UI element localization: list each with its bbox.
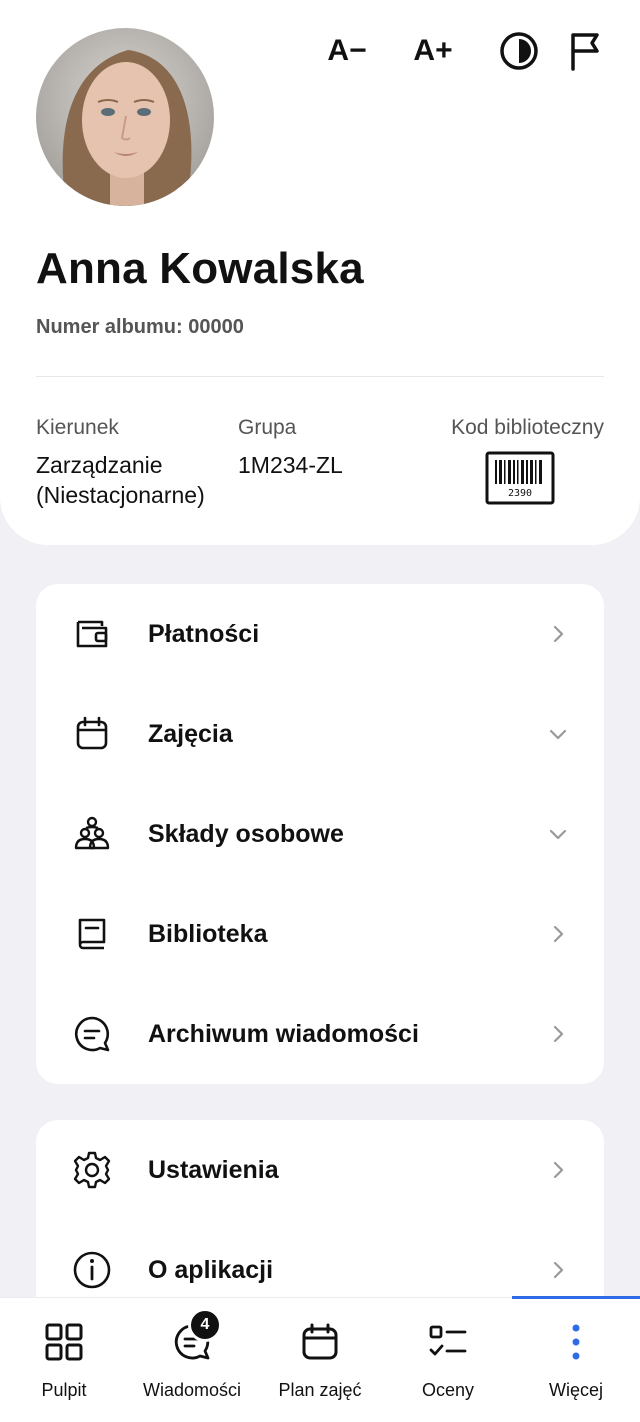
nav-item-plan-zajec[interactable]: Plan zajęć — [256, 1298, 384, 1422]
nav-label: Więcej — [548, 1380, 603, 1400]
contrast-icon — [500, 32, 538, 70]
nav-label: Oceny — [421, 1380, 475, 1400]
calendar-icon — [72, 714, 112, 754]
menu-item-label: O aplikacji — [148, 1255, 274, 1284]
gear-icon — [72, 1150, 112, 1190]
library-code-label: Kod biblioteczny — [451, 416, 604, 439]
profile-card: A− A+ Anna Kowalska Numer albumu: 00000 … — [0, 0, 640, 545]
menu-item-ustawienia[interactable]: Ustawienia — [36, 1120, 604, 1220]
flag-icon — [571, 33, 599, 71]
grid-icon — [42, 1320, 86, 1364]
library-barcode[interactable]: 2390 — [485, 451, 555, 505]
chevron-right-icon — [548, 924, 568, 944]
chat-icon: 4 — [170, 1308, 222, 1364]
unread-badge: 4 — [188, 1308, 222, 1342]
avatar — [36, 28, 214, 206]
wallet-icon — [72, 614, 112, 654]
menu-item-platnosci[interactable]: Płatności — [36, 584, 604, 684]
nav-item-pulpit[interactable]: Pulpit — [0, 1298, 128, 1422]
menu-item-zajecia[interactable]: Zajęcia — [36, 684, 604, 784]
album-number: Numer albumu: 00000 — [36, 316, 244, 339]
menu-item-label: Archiwum wiadomości — [148, 1019, 419, 1048]
top-actions: A− A+ — [304, 30, 602, 72]
kierunek-value-line2: (Niestacjonarne) — [36, 482, 205, 508]
calendar-icon — [298, 1320, 342, 1364]
kierunek-value: Zarządzanie (Niestacjonarne) — [36, 450, 205, 510]
barcode-number: 2390 — [508, 488, 532, 499]
menu-item-archiwum-wiadomosci[interactable]: Archiwum wiadomości — [36, 984, 604, 1084]
menu-item-label: Składy osobowe — [148, 819, 344, 848]
chevron-right-icon — [548, 1160, 568, 1180]
nav-label: Pulpit — [41, 1380, 87, 1400]
report-button[interactable] — [562, 30, 602, 72]
people-icon — [72, 814, 112, 854]
avatar-photo — [36, 28, 214, 206]
menu-item-sklady-osobowe[interactable]: Składy osobowe — [36, 784, 604, 884]
font-decrease-button[interactable]: A− — [304, 30, 390, 72]
student-name: Anna Kowalska — [36, 244, 364, 293]
grupa-value: 1M234-ZL — [238, 452, 343, 478]
checklist-icon — [426, 1320, 470, 1364]
chevron-right-icon — [548, 1260, 568, 1280]
album-value: 00000 — [188, 316, 244, 338]
menu-item-label: Ustawienia — [148, 1155, 279, 1184]
divider — [36, 376, 604, 377]
nav-item-wiadomosci[interactable]: 4 Wiadomości — [128, 1298, 256, 1422]
info-icon — [72, 1250, 112, 1290]
chevron-right-icon — [548, 1024, 568, 1044]
nav-item-oceny[interactable]: Oceny — [384, 1298, 512, 1422]
chevron-down-icon — [548, 824, 568, 844]
nav-label: Wiadomości — [142, 1380, 242, 1400]
menu-item-biblioteka[interactable]: Biblioteka — [36, 884, 604, 984]
main-menu: Płatności Zajęcia Składy osobowe Bibliot… — [36, 584, 604, 1084]
grupa-label: Grupa — [238, 416, 297, 439]
font-increase-button[interactable]: A+ — [390, 30, 476, 72]
barcode-icon: 2390 — [485, 451, 555, 505]
chevron-right-icon — [548, 624, 568, 644]
menu-item-label: Biblioteka — [148, 919, 268, 948]
more-vertical-icon — [554, 1320, 598, 1364]
chat-archive-icon — [72, 1014, 112, 1054]
chevron-down-icon — [548, 724, 568, 744]
active-indicator — [512, 1296, 640, 1299]
menu-item-label: Zajęcia — [148, 719, 233, 748]
book-icon — [72, 914, 112, 954]
nav-item-wiecej[interactable]: Więcej — [512, 1296, 640, 1422]
kierunek-value-line1: Zarządzanie — [36, 452, 163, 478]
bottom-navigation: Pulpit 4 Wiadomości Plan zajęć Oceny Wię… — [0, 1296, 640, 1422]
nav-label: Plan zajęć — [278, 1380, 362, 1400]
contrast-button[interactable] — [476, 30, 562, 72]
kierunek-label: Kierunek — [36, 416, 119, 439]
album-label: Numer albumu: — [36, 316, 183, 338]
menu-item-label: Płatności — [148, 619, 260, 648]
